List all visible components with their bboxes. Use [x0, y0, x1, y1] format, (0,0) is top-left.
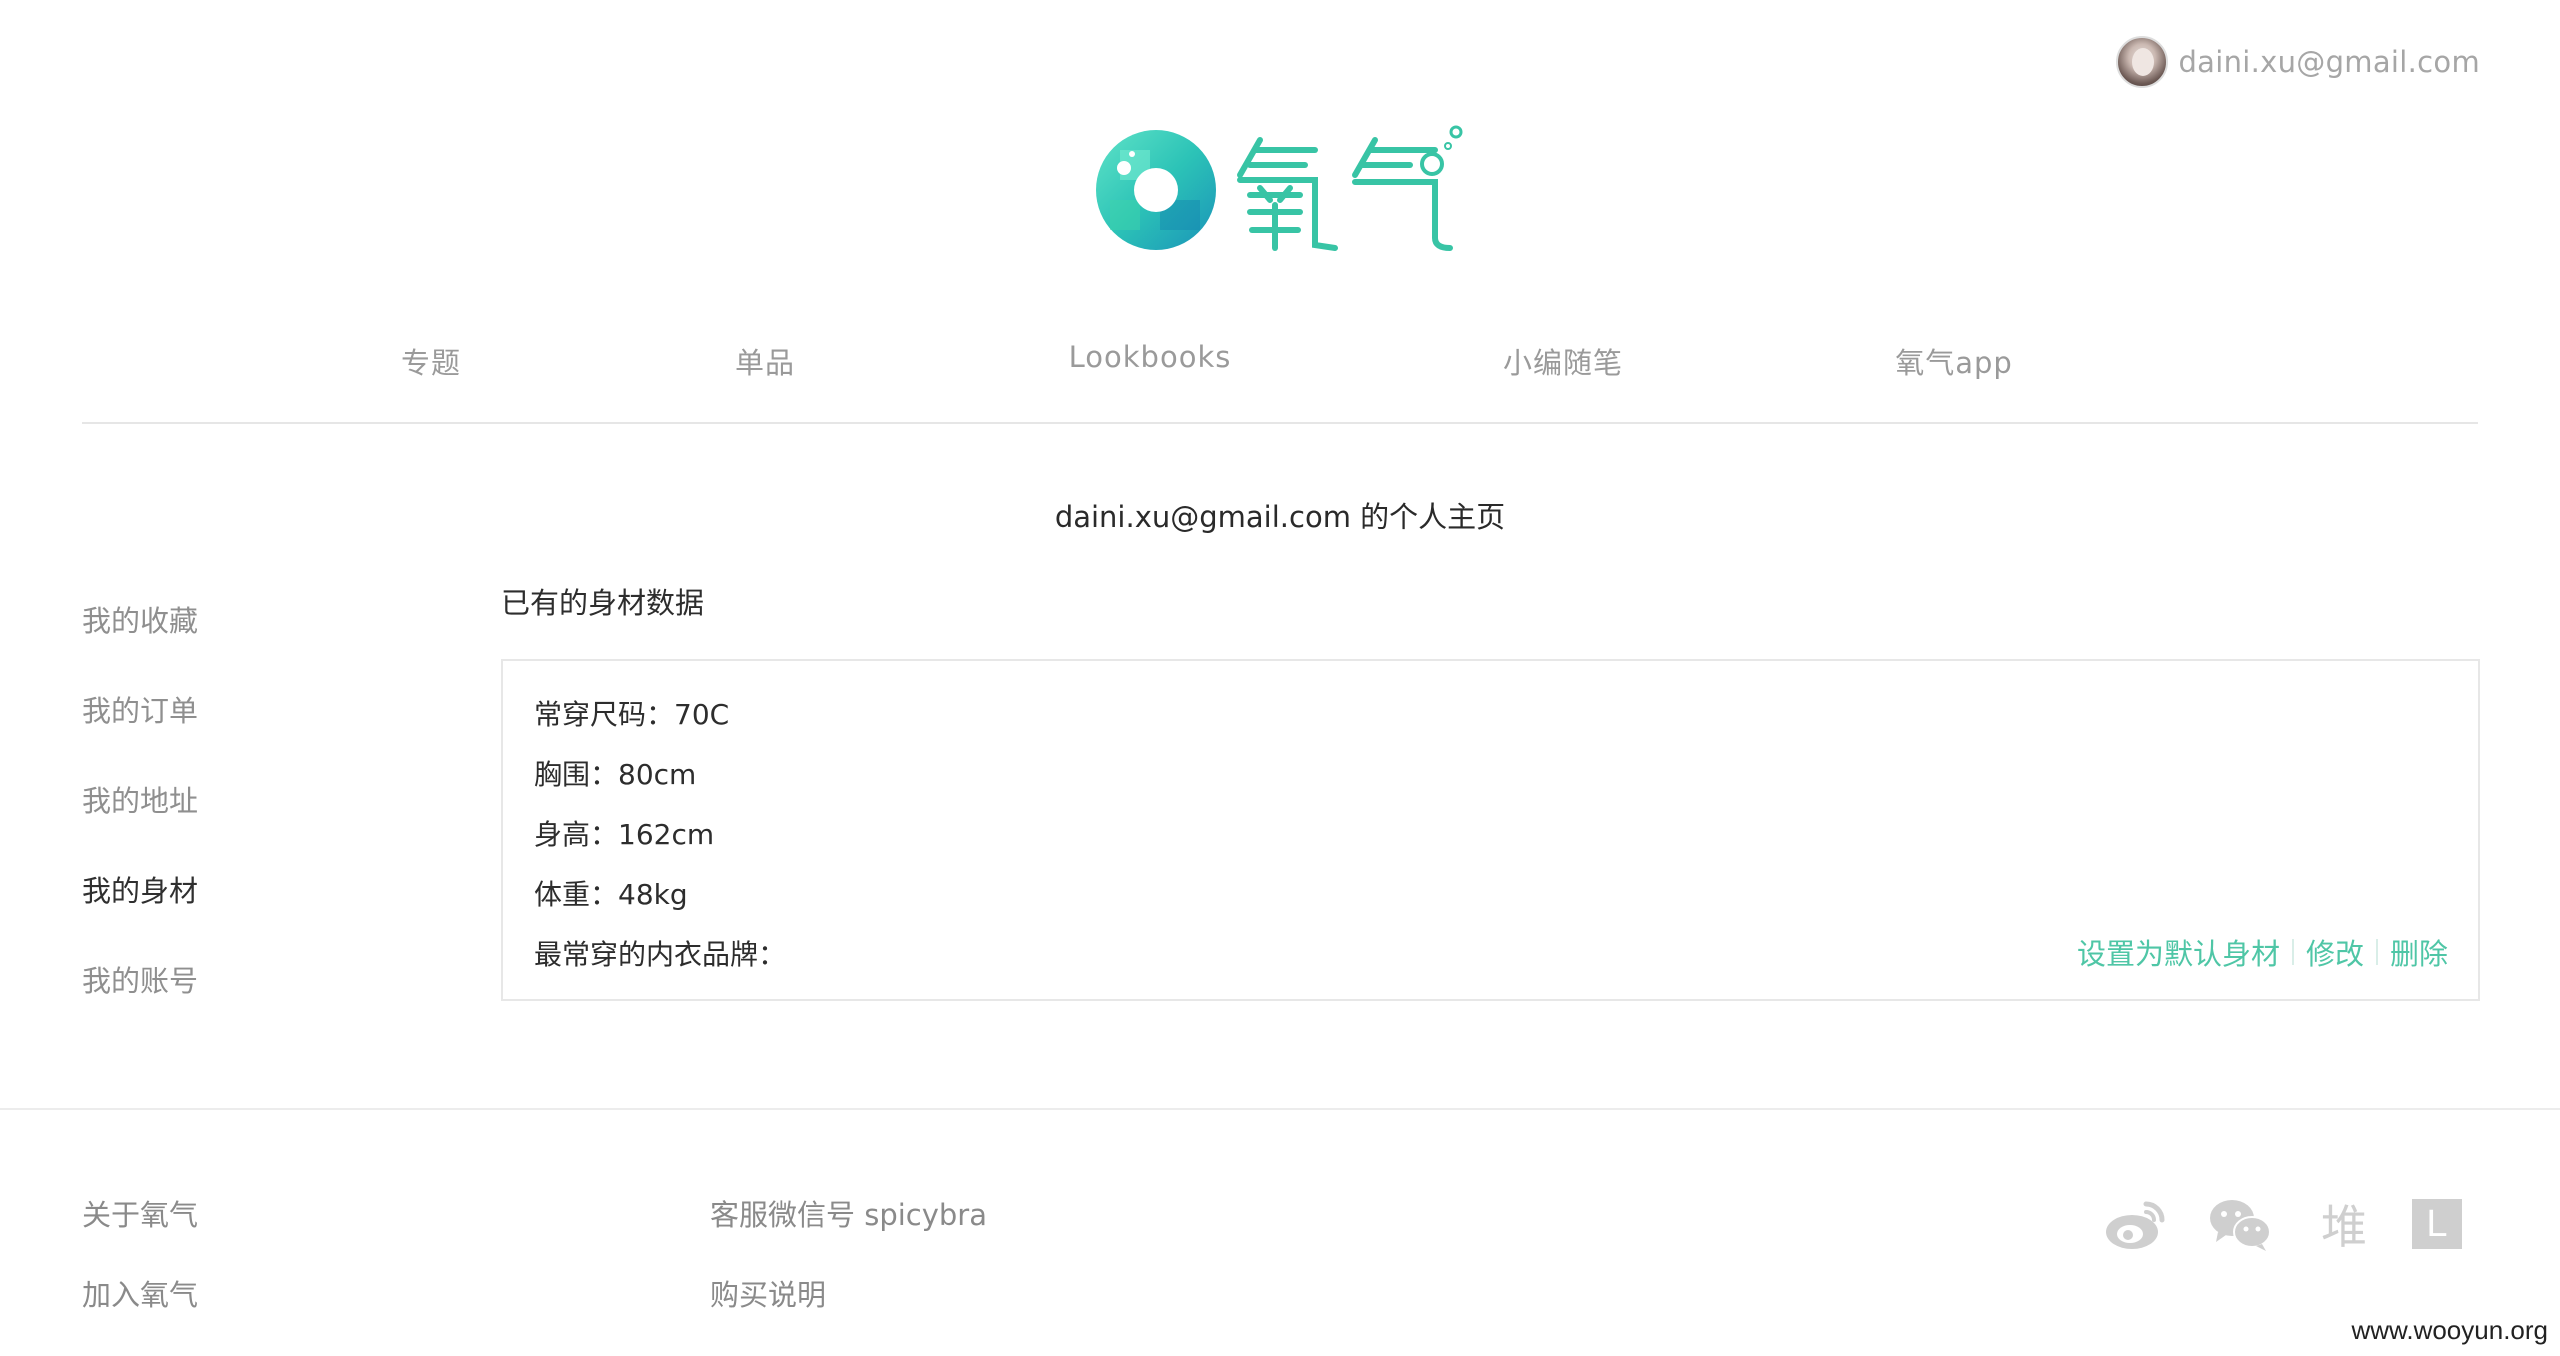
footer-join-link[interactable]: 加入氧气 [82, 1272, 198, 1314]
sidebar-item-favorites[interactable]: 我的收藏 [82, 598, 382, 688]
sidebar-item-body[interactable]: 我的身材 [82, 868, 382, 958]
nav-item-lookbooks[interactable]: Lookbooks [1069, 340, 1232, 374]
body-data-card: 常穿尺码：70C 胸围：80cm 身高：162cm 体重：48kg 最常穿的内衣… [501, 659, 2480, 1001]
footer-divider [0, 1108, 2560, 1110]
main-nav: 专题 单品 Lookbooks 小编随笔 氧气app [0, 340, 2560, 390]
sidebar-item-account[interactable]: 我的账号 [82, 958, 382, 1048]
action-divider [2375, 939, 2378, 965]
watermark: www.wooyun.org [2351, 1315, 2548, 1345]
body-bust: 胸围：80cm [534, 758, 697, 791]
body-brand: 最常穿的内衣品牌： [534, 938, 787, 971]
body-weight: 体重：48kg [534, 878, 688, 911]
nav-item-topics[interactable]: 专题 [401, 340, 461, 382]
sidebar-item-orders[interactable]: 我的订单 [82, 688, 382, 778]
section-title: 已有的身材数据 [501, 586, 705, 620]
user-email[interactable]: daini.xu@gmail.com [2178, 45, 2480, 79]
nav-item-app[interactable]: 氧气app [1895, 340, 2013, 382]
site-logo[interactable] [1090, 120, 1490, 260]
user-menu[interactable]: daini.xu@gmail.com [2116, 36, 2480, 88]
card-actions: 设置为默认身材 修改 删除 [2077, 931, 2448, 973]
logo-wordmark [1237, 137, 1453, 251]
profile-sidebar: 我的收藏 我的订单 我的地址 我的身材 我的账号 [82, 598, 382, 1048]
nav-divider [82, 422, 2478, 424]
lofter-icon[interactable]: L [2412, 1199, 2462, 1249]
nav-item-products[interactable]: 单品 [735, 340, 795, 382]
footer-service-wechat: 客服微信号 spicybra [710, 1198, 988, 1232]
page-title: daini.xu@gmail.com 的个人主页 [1054, 500, 1506, 534]
sidebar-item-address[interactable]: 我的地址 [82, 778, 382, 868]
avatar[interactable] [2116, 36, 2169, 88]
footer-purchase-link[interactable]: 购买说明 [710, 1272, 826, 1314]
duitang-icon[interactable]: 堆 [2312, 1196, 2376, 1254]
set-default-button[interactable]: 设置为默认身材 [2077, 931, 2280, 973]
footer-about-link[interactable]: 关于氧气 [82, 1192, 198, 1234]
nav-item-editor-notes[interactable]: 小编随笔 [1503, 340, 1623, 382]
logo-graphic [1096, 125, 1463, 251]
body-height: 身高：162cm [534, 818, 715, 851]
body-size: 常穿尺码：70C [534, 698, 730, 731]
weibo-icon[interactable] [2104, 1196, 2168, 1252]
wechat-icon[interactable] [2208, 1196, 2272, 1252]
delete-button[interactable]: 删除 [2390, 931, 2448, 973]
action-divider [2291, 939, 2294, 965]
edit-button[interactable]: 修改 [2306, 931, 2364, 973]
